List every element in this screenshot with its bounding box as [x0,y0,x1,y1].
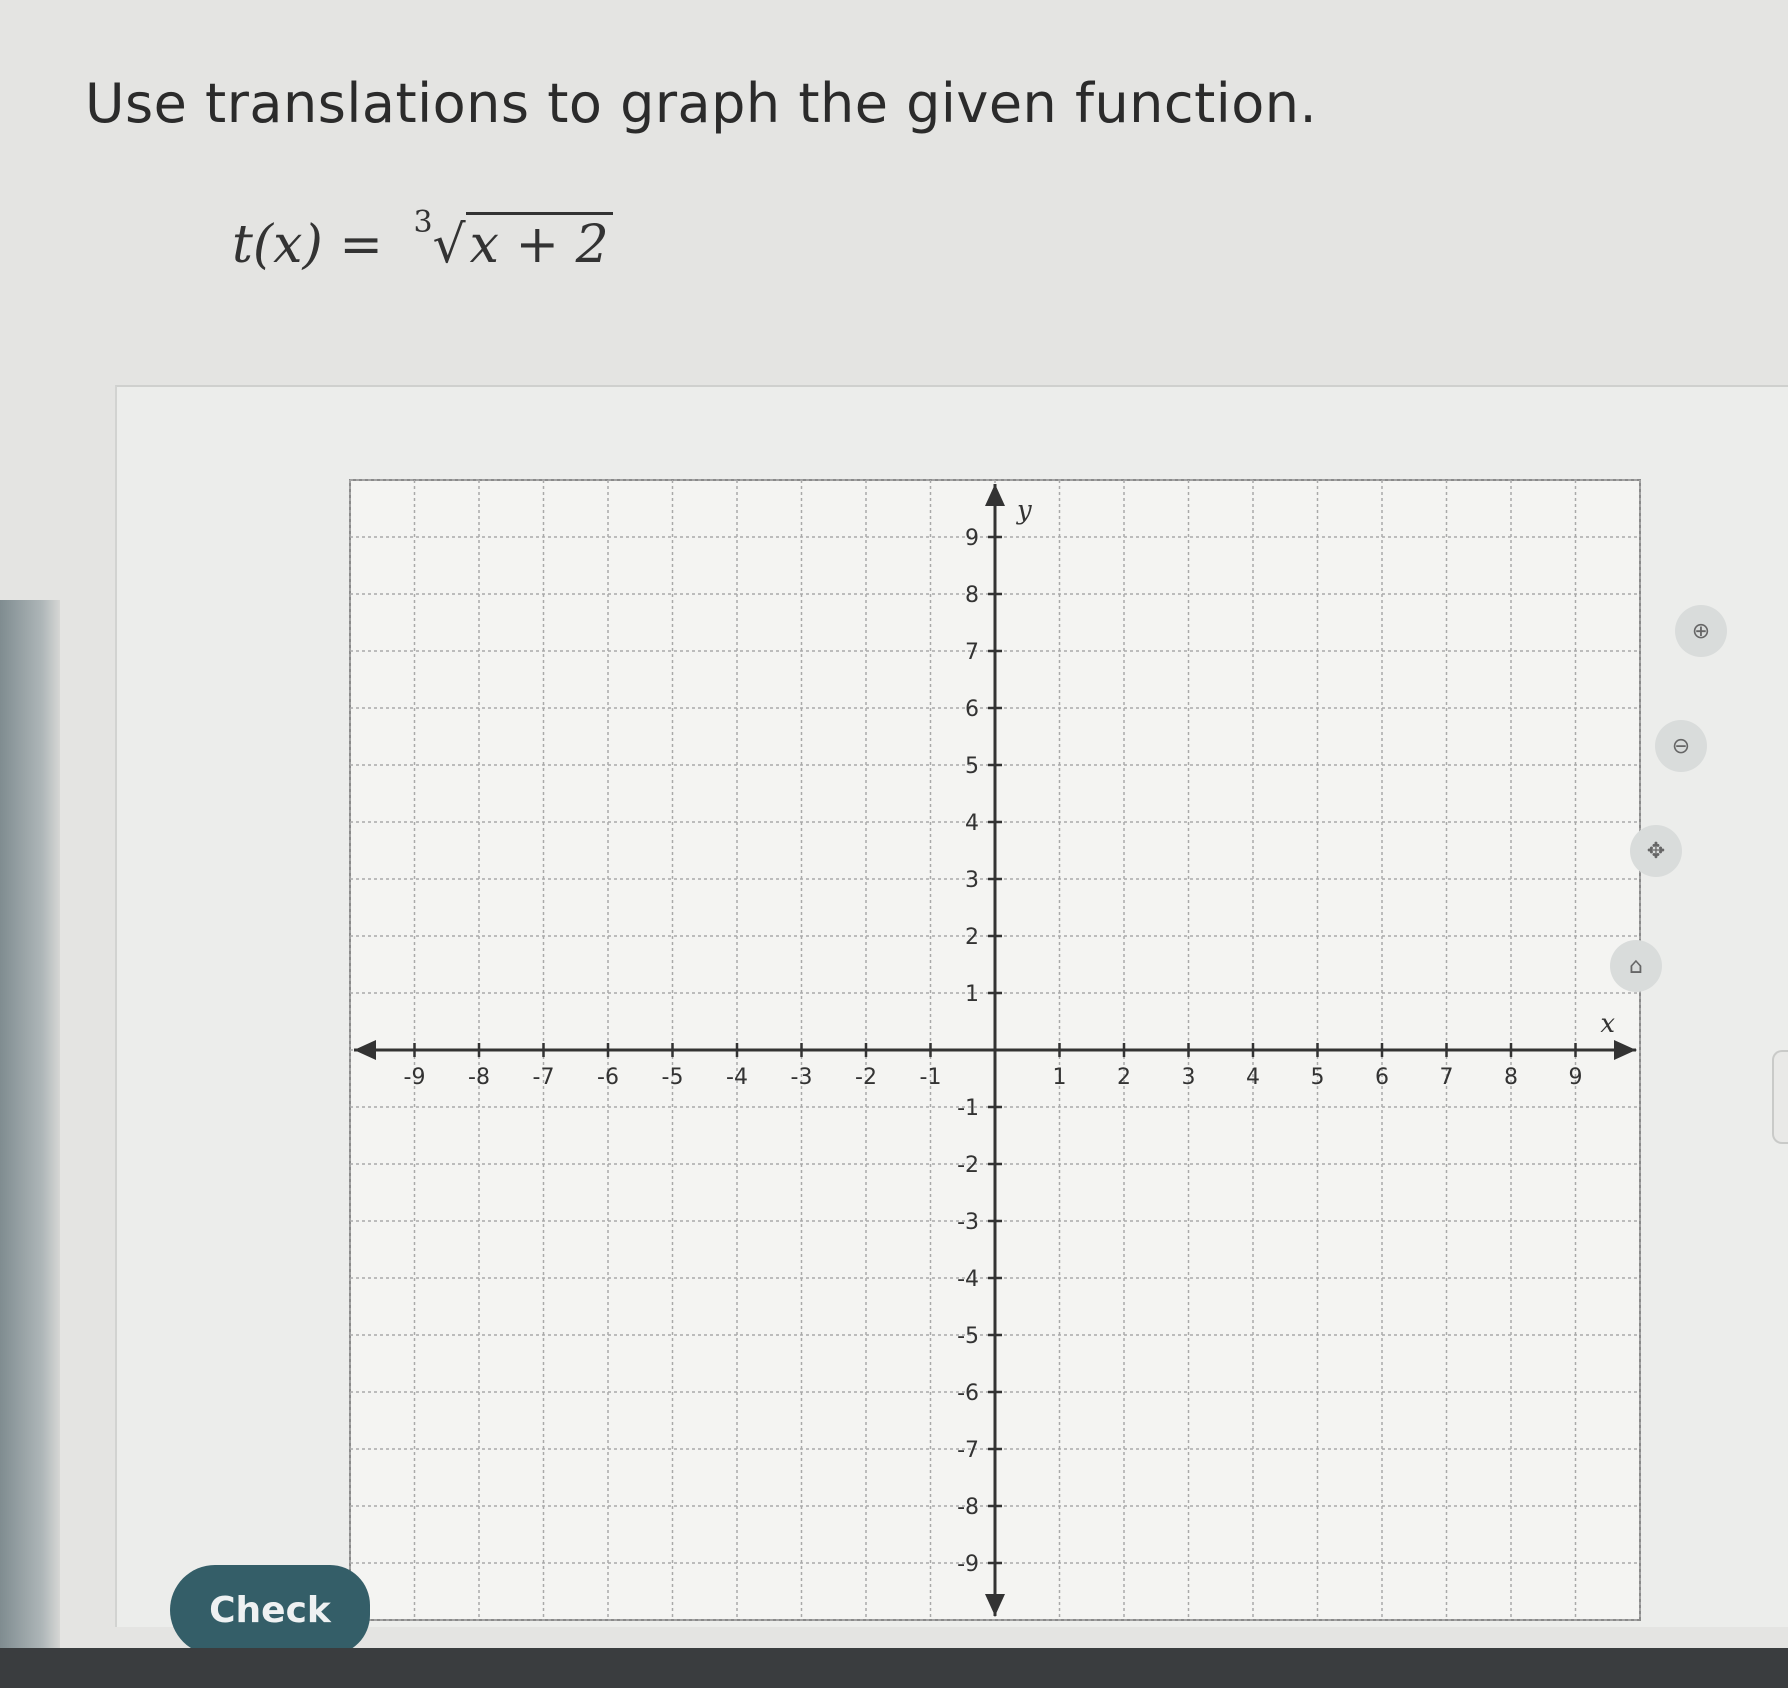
zoom-in-button[interactable]: ⊕ [1675,605,1727,657]
x-tick-label: -3 [791,1065,813,1090]
x-tick-label: 4 [1246,1065,1260,1090]
function-formula: t(x) = 3√x + 2 [232,205,613,275]
y-tick-label: -5 [957,1324,979,1349]
y-tick-label: 7 [965,640,979,665]
x-tick-label: 2 [1117,1065,1131,1090]
screen-left-edge [0,600,60,1688]
zoom-out-button[interactable]: ⊖ [1655,720,1707,772]
radicand: x + 2 [465,212,613,275]
home-button[interactable]: ⌂ [1610,940,1662,992]
magnifier-plus-icon: ⊕ [1691,618,1711,644]
y-tick-label: -8 [957,1495,979,1520]
y-tick-label: -6 [957,1381,979,1406]
coordinate-plane[interactable]: -9 -8 -7 -6 -5 -4 -3 -2 -1 1 2 3 4 5 6 7 8 9 9 8 7 6 5 4 3 2 1 -1 -2… [330,470,1660,1630]
y-tick-label: -9 [957,1552,979,1577]
graphing-area[interactable]: -9 -8 -7 -6 -5 -4 -3 -2 -1 1 2 3 4 5 6 7 8 9 9 8 7 6 5 4 3 2 1 -1 -2… [330,470,1660,1630]
pan-button[interactable]: ✥ [1630,825,1682,877]
y-tick-label: 1 [965,982,979,1007]
x-tick-label: 3 [1182,1065,1196,1090]
screen-bottom-bezel [0,1648,1788,1688]
y-tick-label: 4 [965,811,979,836]
x-tick-label: 6 [1375,1065,1389,1090]
x-tick-label: 7 [1440,1065,1454,1090]
y-tick-label: -2 [957,1153,979,1178]
check-button[interactable]: Check [170,1565,370,1655]
x-tick-label: 1 [1053,1065,1067,1090]
y-tick-label: 9 [965,526,979,551]
y-tick-label: 3 [965,868,979,893]
radical-sign: √ [432,215,466,275]
x-tick-label: 9 [1569,1065,1583,1090]
x-tick-label: -9 [404,1065,426,1090]
x-tick-label: 5 [1311,1065,1325,1090]
y-tick-label: 6 [965,697,979,722]
move-arrows-icon: ✥ [1646,838,1666,864]
x-tick-label: -5 [662,1065,684,1090]
question-text: Use translations to graph the given func… [85,72,1318,135]
magnifier-minus-icon: ⊖ [1671,733,1691,759]
y-tick-label: -1 [957,1096,979,1121]
x-axis-label: x [1600,1009,1615,1039]
y-tick-label: 8 [965,583,979,608]
x-tick-label: -8 [468,1065,490,1090]
x-tick-label: -4 [726,1065,748,1090]
x-tick-label: -1 [920,1065,942,1090]
root-index: 3 [413,205,433,240]
y-tick-label: -4 [957,1267,979,1292]
x-tick-label: 8 [1504,1065,1518,1090]
side-panel-tab[interactable] [1772,1050,1788,1144]
y-tick-label: -7 [957,1438,979,1463]
formula-lhs: t(x) = [232,215,400,275]
y-tick-label: -3 [957,1210,979,1235]
y-axis-label: y [1016,496,1032,526]
x-tick-label: -7 [533,1065,555,1090]
home-icon: ⌂ [1629,953,1643,979]
y-tick-label: 2 [965,925,979,950]
x-tick-label: -6 [597,1065,619,1090]
x-tick-label: -2 [855,1065,877,1090]
y-tick-label: 5 [965,754,979,779]
